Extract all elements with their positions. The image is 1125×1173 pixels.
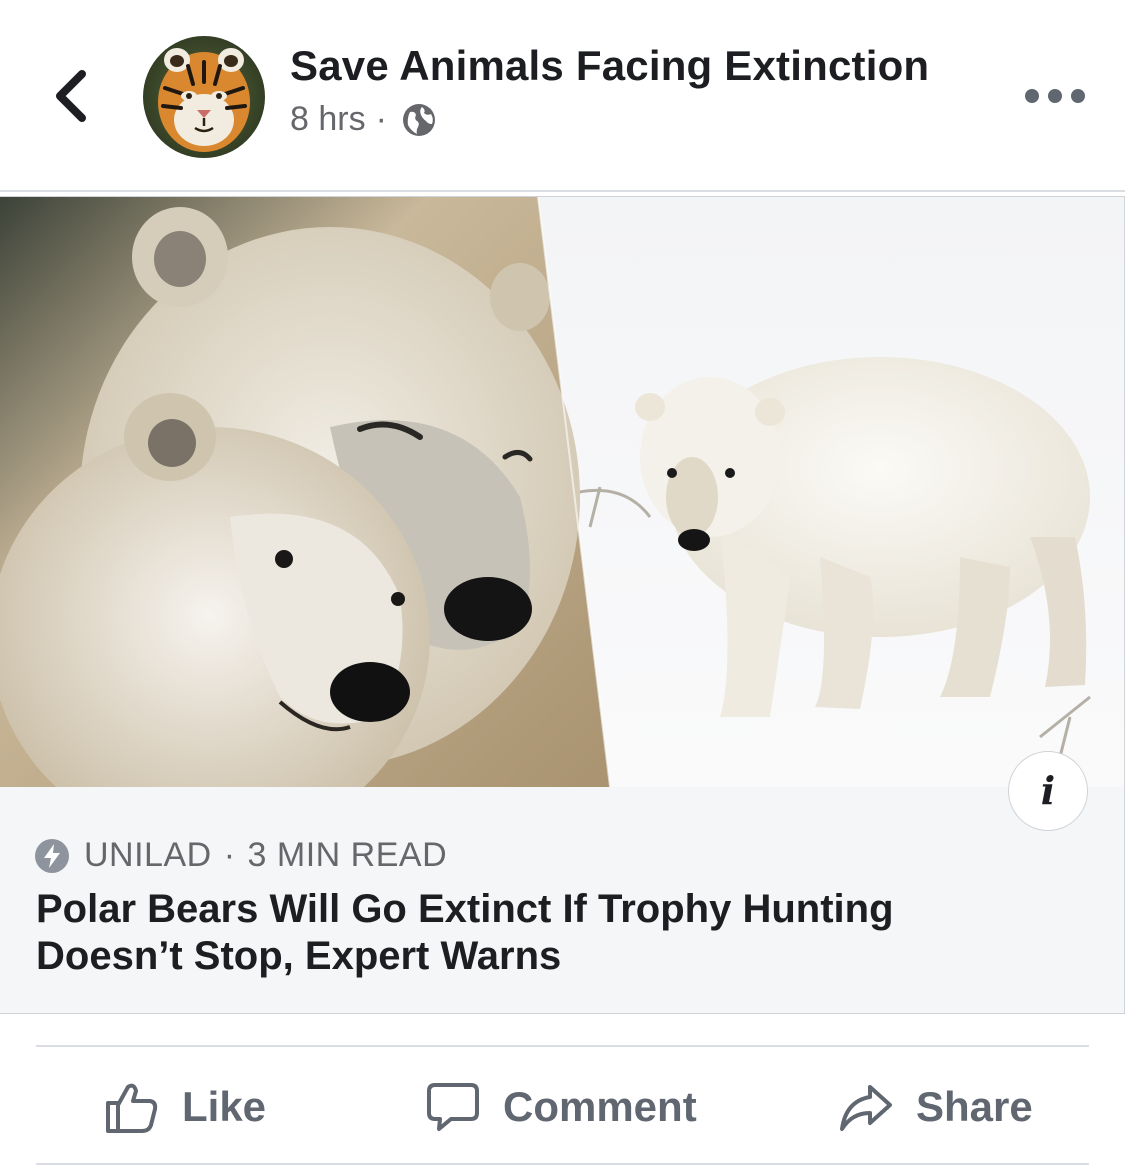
share-button[interactable]: Share [838, 1075, 1033, 1139]
thumbs-up-icon [106, 1083, 158, 1133]
speech-bubble-icon [427, 1083, 479, 1131]
comment-label: Comment [503, 1083, 697, 1130]
comment-button[interactable]: Comment [425, 1075, 697, 1139]
actions-divider-bottom [36, 1163, 1089, 1165]
chevron-left-icon [56, 70, 86, 122]
page-avatar[interactable] [143, 36, 265, 158]
more-dot-icon [1025, 89, 1039, 103]
post-meta: 8 hrs · [290, 100, 437, 139]
article-image[interactable] [0, 197, 1124, 787]
globe-icon [402, 103, 435, 136]
article-headline[interactable]: Polar Bears Will Go Extinct If Trophy Hu… [36, 886, 1036, 980]
more-dot-icon [1048, 89, 1062, 103]
like-button[interactable]: Like [104, 1075, 266, 1139]
read-time: 3 MIN READ [247, 836, 448, 874]
share-label: Share [916, 1083, 1033, 1130]
more-options-button[interactable] [1025, 84, 1085, 108]
page-name-link[interactable]: Save Animals Facing Extinction [290, 42, 929, 90]
post-timestamp[interactable]: 8 hrs [290, 100, 366, 139]
info-button[interactable]: i [1008, 751, 1088, 831]
info-icon: i [1040, 768, 1056, 813]
article-source-row: UNILAD · 3 MIN READ [34, 836, 447, 875]
share-arrow-icon [840, 1085, 892, 1131]
article-source: UNILAD [84, 836, 212, 874]
post-header: Save Animals Facing Extinction 8 hrs · [0, 0, 1125, 190]
lightning-bolt-icon [35, 838, 69, 873]
more-dot-icon [1071, 89, 1085, 103]
like-label: Like [182, 1083, 267, 1130]
source-separator: · [223, 836, 236, 874]
back-button[interactable] [48, 66, 98, 126]
tiger-avatar-image [143, 36, 265, 158]
meta-separator: · [375, 100, 387, 138]
polar-bears-photo [0, 197, 1124, 787]
header-divider [0, 190, 1125, 192]
actions-divider-top [36, 1045, 1089, 1047]
